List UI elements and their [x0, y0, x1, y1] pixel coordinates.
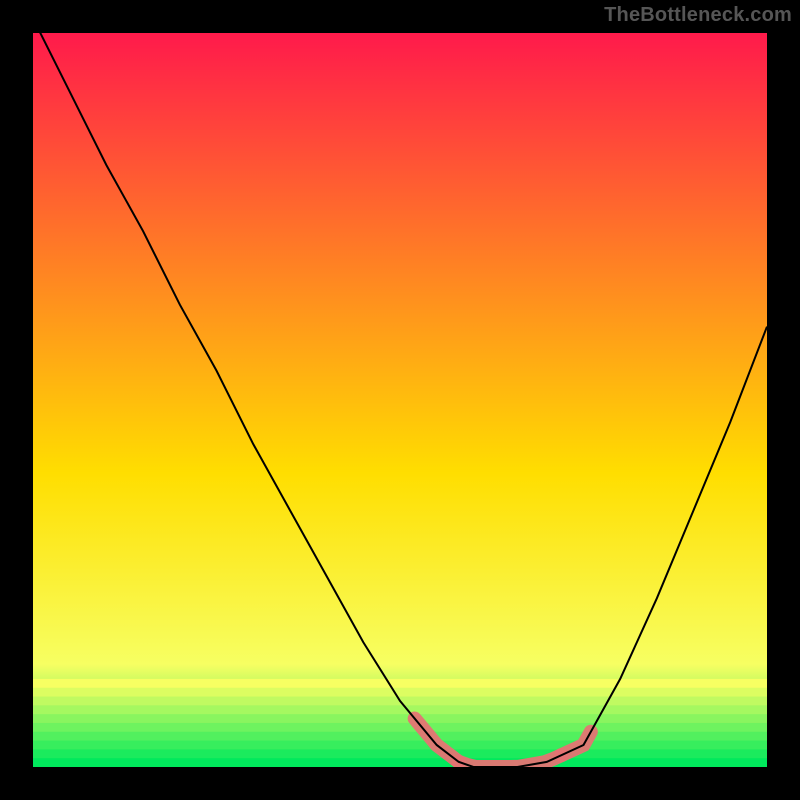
green-band	[33, 679, 767, 767]
plot-area	[33, 33, 767, 767]
plot-svg	[33, 33, 767, 767]
watermark-text: TheBottleneck.com	[604, 4, 792, 27]
gradient-bg	[33, 33, 767, 767]
